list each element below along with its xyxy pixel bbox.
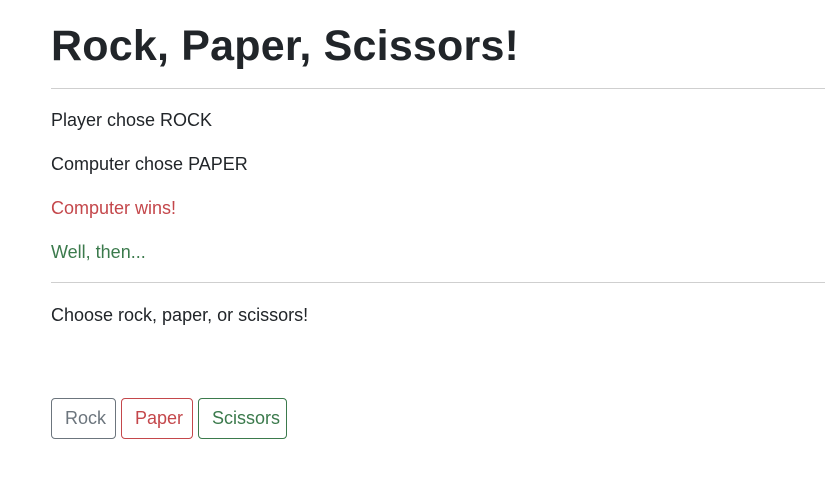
choice-buttons: Rock Paper Scissors: [51, 398, 287, 439]
choose-prompt: Choose rock, paper, or scissors!: [51, 305, 309, 325]
page-title: Rock, Paper, Scissors!: [51, 22, 520, 70]
player-choice-text: Player chose ROCK: [51, 110, 213, 130]
outcome-text: Computer wins!: [51, 198, 177, 218]
rock-button[interactable]: Rock: [51, 398, 116, 439]
scissors-button[interactable]: Scissors: [198, 398, 287, 439]
top-divider: [51, 88, 825, 89]
game-page: Rock, Paper, Scissors! Player chose ROCK…: [0, 0, 825, 487]
comment-text: Well, then...: [51, 242, 146, 262]
computer-choice-text: Computer chose PAPER: [51, 154, 248, 174]
paper-button[interactable]: Paper: [121, 398, 193, 439]
middle-divider: [51, 282, 825, 283]
